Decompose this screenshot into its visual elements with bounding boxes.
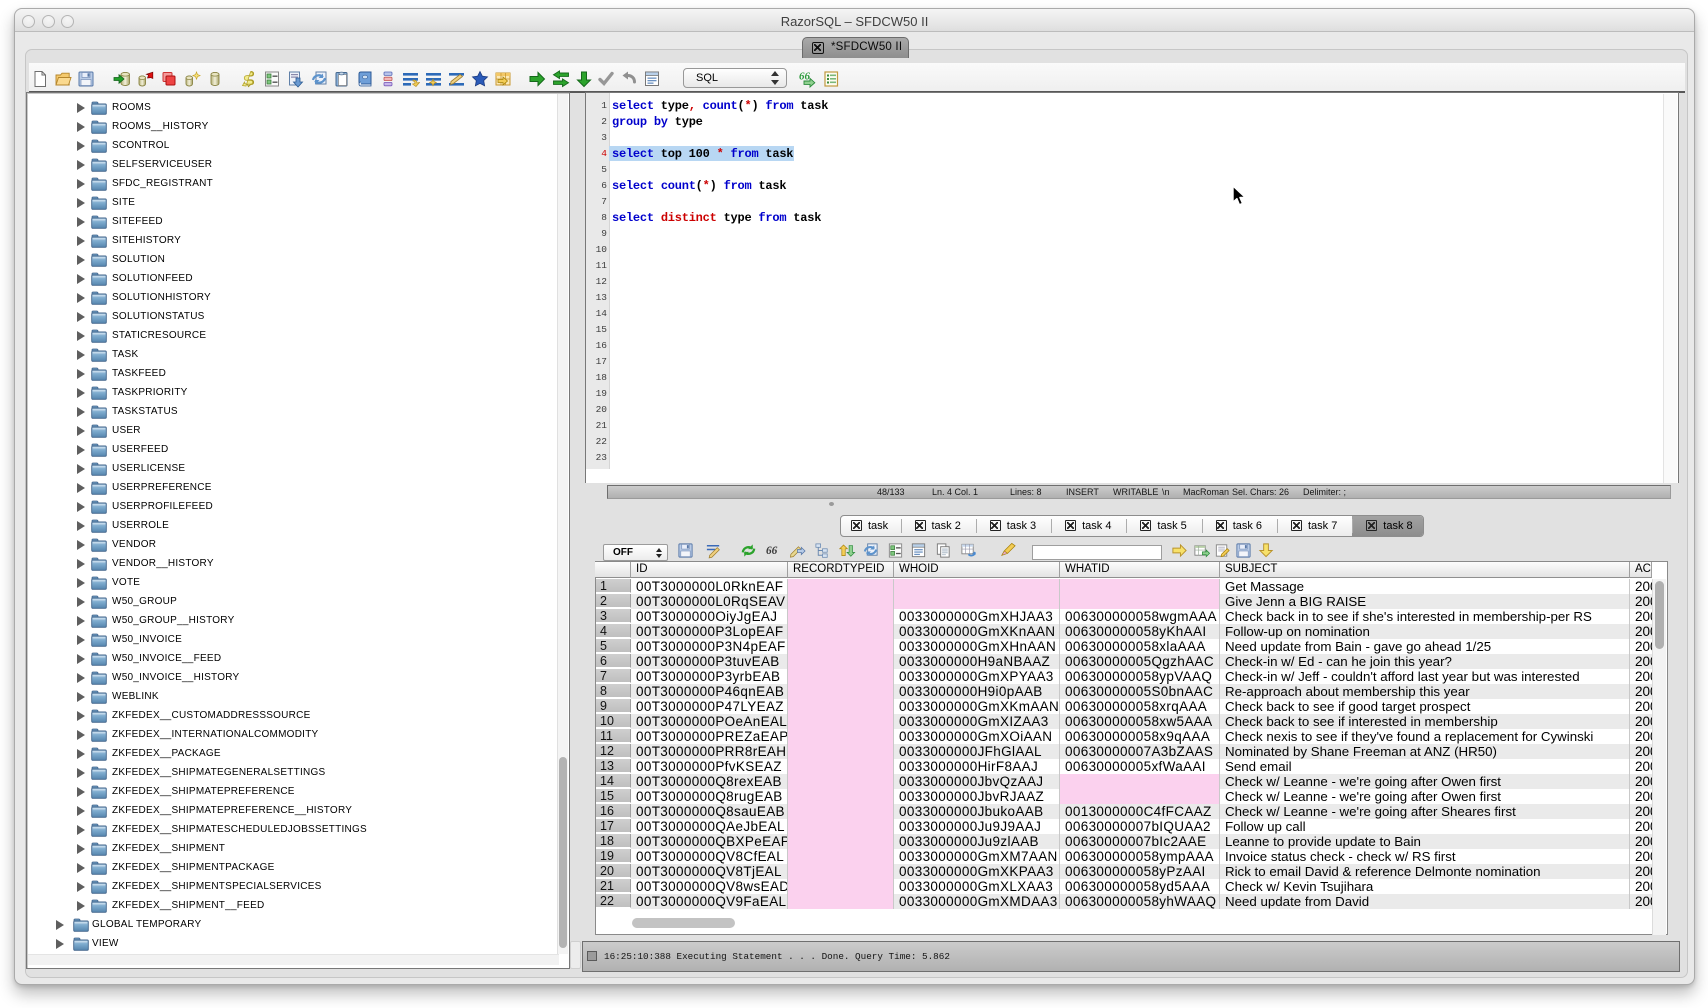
- svg-text:66: 66: [766, 545, 778, 557]
